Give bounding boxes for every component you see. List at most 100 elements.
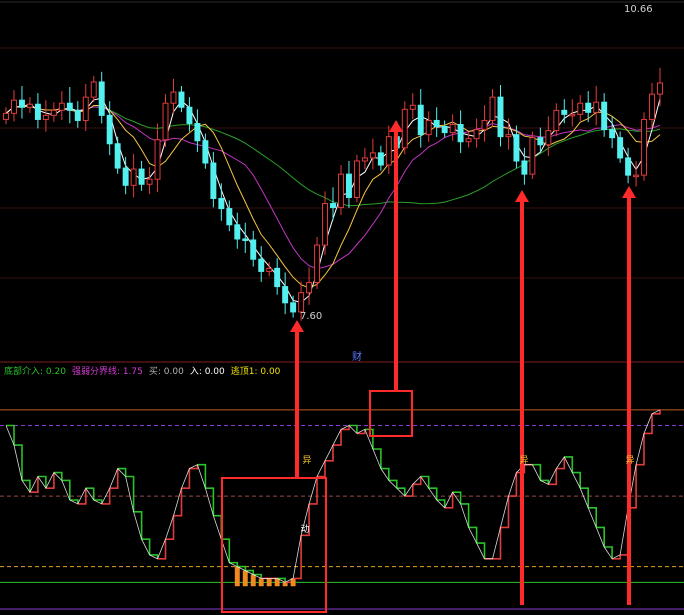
- legend-entry: 买: 0.00: [148, 367, 184, 377]
- bottom-signal-bar: [266, 578, 272, 587]
- candle-body: [649, 93, 655, 120]
- candle-body: [601, 101, 608, 131]
- signal-marker: 异: [302, 455, 311, 466]
- candle-body: [473, 129, 480, 140]
- candle-body: [377, 152, 384, 166]
- arrow-right-head: [622, 186, 636, 198]
- oscillator: [5, 409, 661, 587]
- candle-body: [385, 136, 392, 166]
- cursor-label: 财: [352, 352, 362, 363]
- candle-body: [122, 167, 129, 186]
- candle-body: [433, 119, 440, 128]
- candle-body: [3, 112, 9, 120]
- candle-body: [242, 238, 249, 241]
- price-low-label: 7.60: [300, 311, 323, 322]
- candle-body: [82, 96, 89, 121]
- candle-body: [18, 99, 25, 108]
- legend-entry: 底部介入: 0.20: [4, 367, 66, 377]
- candle-body: [537, 137, 544, 146]
- candle-body: [226, 208, 233, 226]
- candle-body: [98, 81, 105, 116]
- candle-body: [314, 244, 321, 284]
- candle-body: [417, 104, 424, 136]
- candle-body: [114, 143, 121, 169]
- candle-body: [641, 118, 648, 176]
- candle-body: [353, 160, 360, 198]
- candle-body: [505, 134, 512, 138]
- candle-body: [202, 140, 209, 164]
- candle-body: [146, 178, 153, 185]
- candle-body: [609, 129, 616, 139]
- candle-body: [138, 168, 145, 185]
- candle-body: [26, 103, 33, 108]
- signal-marker: 动: [300, 524, 309, 535]
- candle-body: [90, 81, 97, 98]
- indicator-levels: [0, 409, 684, 610]
- highlight-box-top: [369, 390, 413, 437]
- candle-body: [513, 134, 520, 162]
- bottom-signal-bar: [242, 570, 248, 587]
- candle-body: [42, 114, 49, 120]
- candle-body: [50, 109, 57, 116]
- candle-body: [74, 109, 81, 121]
- signal-marker: 异: [519, 455, 528, 466]
- candle-body: [130, 168, 137, 186]
- candle-body: [34, 103, 41, 120]
- candle-body: [250, 239, 257, 260]
- legend-entry: 逃顶1: 0.00: [230, 367, 281, 377]
- candle-body: [218, 197, 225, 210]
- candle-body: [290, 302, 297, 313]
- bottom-signal-bar: [234, 566, 240, 587]
- candle-body: [11, 99, 17, 114]
- candle-body: [178, 91, 185, 108]
- candle-body: [521, 160, 528, 175]
- candle-body: [449, 124, 456, 134]
- candle-body: [617, 137, 624, 159]
- candle-body: [481, 119, 488, 131]
- candle-body: [633, 174, 640, 178]
- candle-body: [306, 282, 313, 294]
- candle-body: [657, 82, 663, 95]
- candle-body: [465, 138, 472, 143]
- candle-body: [545, 130, 552, 146]
- candle-body: [154, 139, 161, 180]
- candle-body: [577, 102, 584, 115]
- candle-body: [345, 173, 352, 198]
- candle-body: [529, 137, 536, 175]
- legend-entry: 强弱分界线: 1.75: [71, 367, 143, 377]
- legend-entry: 入: 0.00: [189, 367, 225, 377]
- candle-body: [441, 126, 448, 134]
- candle-body: [457, 124, 464, 143]
- arrow-top-head: [389, 120, 403, 132]
- candle-body: [234, 224, 241, 240]
- candle-body: [194, 122, 201, 142]
- candle-body: [258, 258, 265, 272]
- candle-body: [106, 114, 113, 145]
- candle-body: [282, 286, 289, 304]
- candle-body: [585, 102, 592, 113]
- candlesticks: [3, 67, 663, 321]
- candle-body: [425, 119, 432, 136]
- candle-body: [401, 108, 408, 149]
- candle-body: [58, 102, 65, 111]
- candle-body: [361, 157, 368, 162]
- candle-body: [497, 96, 504, 138]
- indicator-legend: 底部介入: 0.20 强弱分界线: 1.75 买: 0.00 入: 0.00 逃顶1: …: [4, 364, 286, 377]
- candle-body: [409, 104, 416, 110]
- bottom-signal-bar: [250, 574, 256, 587]
- candle-body: [186, 106, 193, 124]
- arrow-mid-head: [515, 190, 529, 202]
- candle-body: [162, 102, 169, 141]
- candle-body: [170, 91, 177, 104]
- candle-body: [298, 292, 305, 313]
- candle-body: [489, 96, 496, 121]
- candlestick-and-indicator-chart: 异 异 异动: [0, 1, 684, 613]
- candle-body: [369, 152, 376, 159]
- candle-body: [593, 101, 600, 113]
- candle-body: [625, 157, 632, 176]
- price-high-label: 10.66: [624, 4, 653, 15]
- candle-body: [561, 109, 568, 115]
- candle-body: [569, 113, 576, 117]
- candle-body: [266, 267, 273, 272]
- candle-body: [338, 173, 344, 209]
